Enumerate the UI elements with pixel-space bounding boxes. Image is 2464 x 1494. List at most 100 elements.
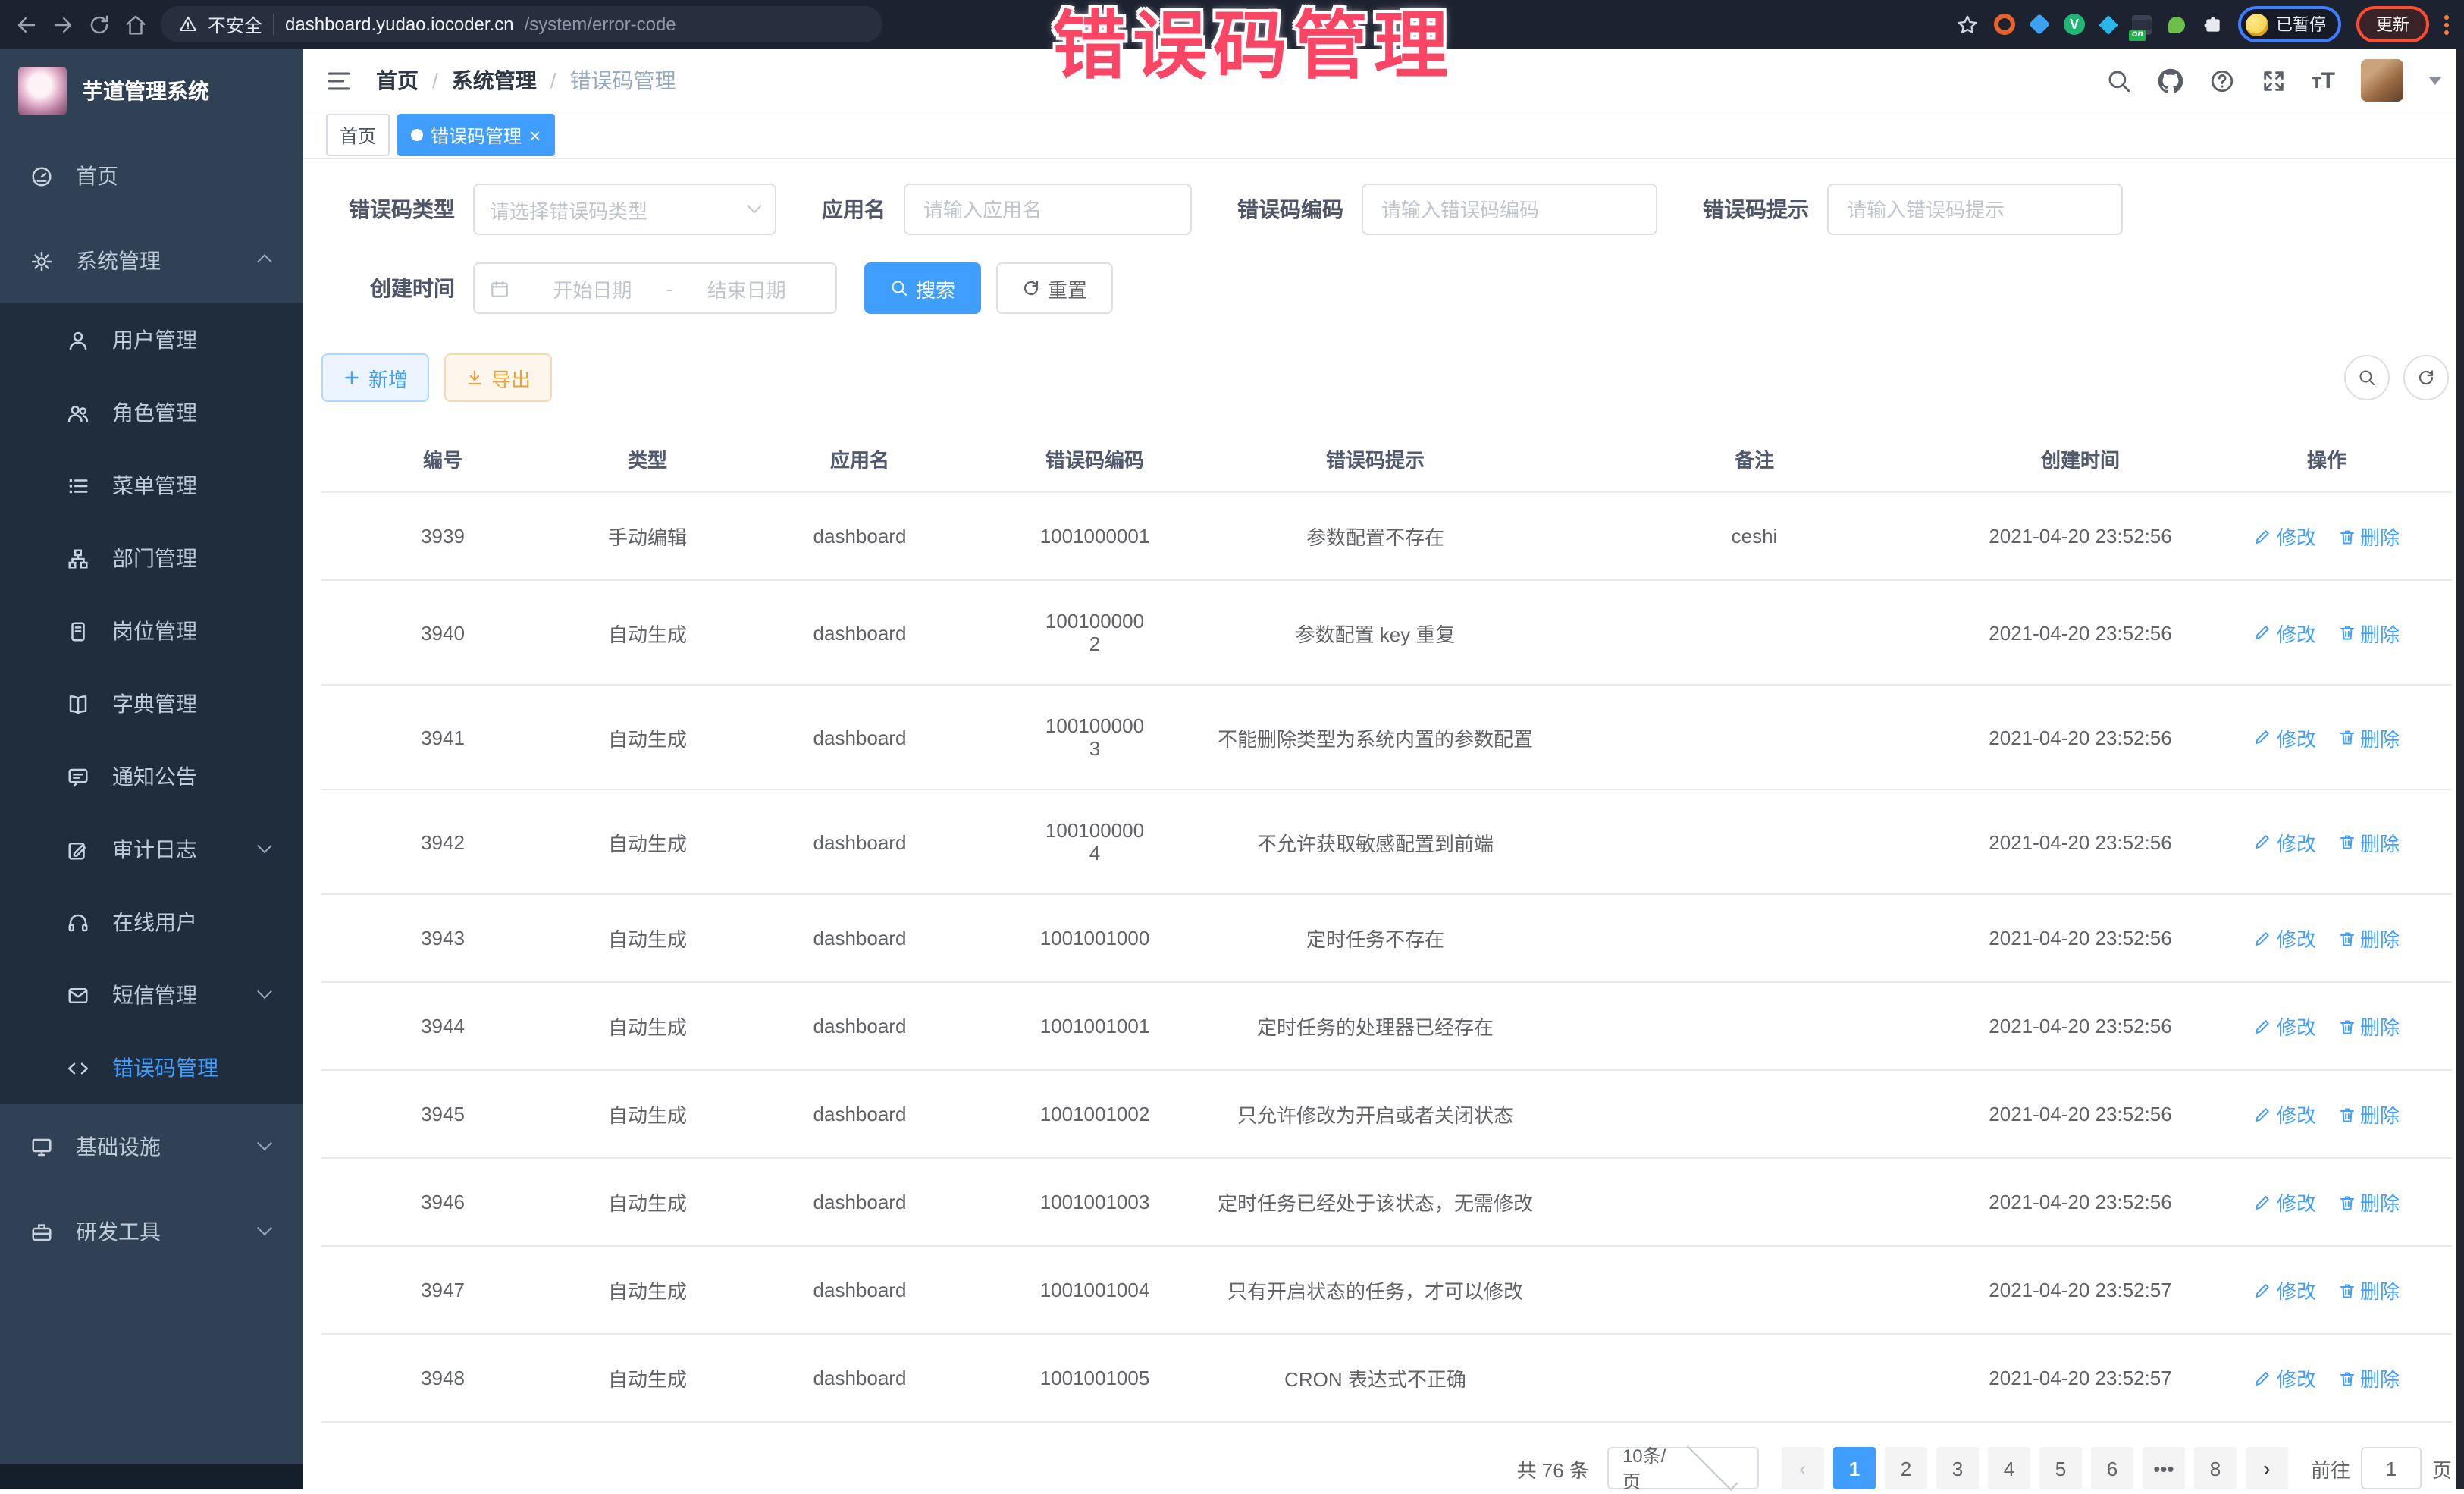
- pager-ellipsis[interactable]: •••: [2143, 1447, 2185, 1489]
- delete-link[interactable]: 删除: [2337, 522, 2400, 551]
- date-range-picker[interactable]: 开始日期 - 结束日期: [473, 262, 837, 314]
- sidebar-item-12[interactable]: 错误码管理: [0, 1031, 303, 1104]
- page-scrollbar[interactable]: [2456, 49, 2464, 1489]
- export-button[interactable]: 导出: [444, 353, 552, 402]
- refresh-table-button[interactable]: [2403, 355, 2449, 400]
- page-button-1[interactable]: 1: [1833, 1447, 1876, 1489]
- reset-button[interactable]: 重置: [996, 262, 1113, 314]
- table-toolbar: 新增 导出: [321, 353, 2449, 402]
- edit-link[interactable]: 修改: [2254, 1276, 2316, 1304]
- browser-menu-icon[interactable]: [2444, 14, 2449, 34]
- cell-code: 1001001004: [989, 1246, 1201, 1334]
- edit-link[interactable]: 修改: [2254, 618, 2316, 647]
- page-button-3[interactable]: 3: [1936, 1447, 1979, 1489]
- edit-link[interactable]: 修改: [2254, 924, 2316, 953]
- sidebar-item-label: 首页: [76, 161, 118, 191]
- close-icon[interactable]: ×: [529, 126, 541, 146]
- sidebar-item-1[interactable]: 系统管理: [0, 218, 303, 303]
- delete-link[interactable]: 删除: [2337, 1012, 2400, 1040]
- delete-link[interactable]: 删除: [2337, 618, 2400, 647]
- avatar[interactable]: [2361, 60, 2403, 102]
- search-icon[interactable]: [2105, 68, 2131, 94]
- page-button-2[interactable]: 2: [1885, 1447, 1927, 1489]
- sidebar-item-8[interactable]: 通知公告: [0, 740, 303, 813]
- ext-green-clip-icon[interactable]: [2168, 16, 2185, 33]
- delete-link[interactable]: 删除: [2337, 827, 2400, 856]
- edit-link[interactable]: 修改: [2254, 522, 2316, 551]
- tag-0[interactable]: 首页: [326, 115, 390, 157]
- ext-green-circle-icon[interactable]: V: [2064, 14, 2085, 35]
- sidebar-item-14[interactable]: 研发工具: [0, 1189, 303, 1274]
- cell-actions: 修改删除: [2202, 1246, 2452, 1334]
- trash-icon: [2337, 728, 2356, 746]
- sidebar-item-2[interactable]: 用户管理: [0, 303, 303, 376]
- app-input[interactable]: [904, 184, 1192, 235]
- sidebar-item-label: 基础设施: [76, 1131, 161, 1162]
- ext-blue-diamond-icon[interactable]: [2099, 14, 2118, 33]
- cell-actions: 修改删除: [2202, 982, 2452, 1070]
- search-button[interactable]: 搜索: [864, 262, 981, 314]
- delete-link[interactable]: 删除: [2337, 723, 2400, 752]
- delete-link[interactable]: 删除: [2337, 924, 2400, 953]
- fullscreen-icon[interactable]: [2260, 68, 2286, 94]
- help-icon[interactable]: [2209, 68, 2234, 94]
- edit-link[interactable]: 修改: [2254, 1188, 2316, 1216]
- home-icon[interactable]: [124, 13, 147, 36]
- next-page-button[interactable]: ›: [2246, 1447, 2288, 1489]
- chevron-down-icon[interactable]: [2429, 77, 2441, 91]
- edit-link[interactable]: 修改: [2254, 723, 2316, 752]
- sidebar-item-6[interactable]: 岗位管理: [0, 595, 303, 667]
- column-header: 错误码编码: [989, 426, 1201, 492]
- sidebar-item-13[interactable]: 基础设施: [0, 1104, 303, 1189]
- tag-1[interactable]: 错误码管理×: [397, 115, 554, 157]
- browser-update-button[interactable]: 更新: [2356, 6, 2429, 42]
- sidebar-item-7[interactable]: 字典管理: [0, 667, 303, 740]
- reload-icon[interactable]: [88, 13, 111, 36]
- sidebar-item-0[interactable]: 首页: [0, 133, 303, 218]
- message-input[interactable]: [1827, 184, 2123, 235]
- delete-link[interactable]: 删除: [2337, 1188, 2400, 1216]
- sidebar-item-11[interactable]: 短信管理: [0, 959, 303, 1031]
- delete-link[interactable]: 删除: [2337, 1100, 2400, 1128]
- goto-input[interactable]: [2361, 1447, 2422, 1489]
- ext-orange-ring-icon[interactable]: [1994, 14, 2015, 35]
- type-select[interactable]: 请选择错误码类型: [473, 184, 776, 235]
- github-icon[interactable]: [2157, 68, 2183, 94]
- sidebar-item-4[interactable]: 菜单管理: [0, 449, 303, 522]
- delete-link[interactable]: 删除: [2337, 1364, 2400, 1392]
- page-size-select[interactable]: 10条/页: [1607, 1447, 1759, 1489]
- edit-link[interactable]: 修改: [2254, 827, 2316, 856]
- forward-icon[interactable]: [52, 13, 74, 36]
- add-button[interactable]: 新增: [321, 353, 429, 402]
- edit-link[interactable]: 修改: [2254, 1012, 2316, 1040]
- monitor-icon: [30, 1135, 53, 1158]
- code-input[interactable]: [1362, 184, 1657, 235]
- page-button-4[interactable]: 4: [1988, 1447, 2030, 1489]
- page-button-5[interactable]: 5: [2039, 1447, 2082, 1489]
- edit-link[interactable]: 修改: [2254, 1364, 2316, 1392]
- edit-link[interactable]: 修改: [2254, 1100, 2316, 1128]
- ext-dark-list-icon[interactable]: on: [2132, 14, 2152, 34]
- hamburger-icon[interactable]: [326, 68, 352, 94]
- breadcrumb-home[interactable]: 首页: [376, 66, 419, 96]
- date-separator: -: [666, 277, 673, 300]
- prev-page-button[interactable]: ‹: [1782, 1447, 1824, 1489]
- bookmark-star-icon[interactable]: [1956, 13, 1979, 36]
- ext-blue-gem-icon[interactable]: [2029, 14, 2050, 35]
- toggle-search-button[interactable]: [2344, 355, 2390, 400]
- address-bar[interactable]: 不安全 dashboard.yudao.iocoder.cn/system/er…: [161, 6, 882, 42]
- font-size-icon[interactable]: TT: [2312, 68, 2335, 94]
- sidebar-item-10[interactable]: 在线用户: [0, 886, 303, 959]
- sidebar-item-5[interactable]: 部门管理: [0, 522, 303, 595]
- cell-id: 3940: [321, 580, 564, 685]
- back-icon[interactable]: [15, 13, 38, 36]
- page-button-8[interactable]: 8: [2194, 1447, 2237, 1489]
- app-logo[interactable]: 芋道管理系统: [0, 49, 303, 133]
- profile-paused-pill[interactable]: 已暂停: [2238, 6, 2341, 42]
- sidebar-item-9[interactable]: 审计日志: [0, 813, 303, 886]
- sidebar-item-3[interactable]: 角色管理: [0, 376, 303, 449]
- delete-link[interactable]: 删除: [2337, 1276, 2400, 1304]
- breadcrumb-system[interactable]: 系统管理: [452, 66, 537, 96]
- ext-puzzle-icon[interactable]: [2202, 14, 2223, 35]
- page-button-6[interactable]: 6: [2091, 1447, 2133, 1489]
